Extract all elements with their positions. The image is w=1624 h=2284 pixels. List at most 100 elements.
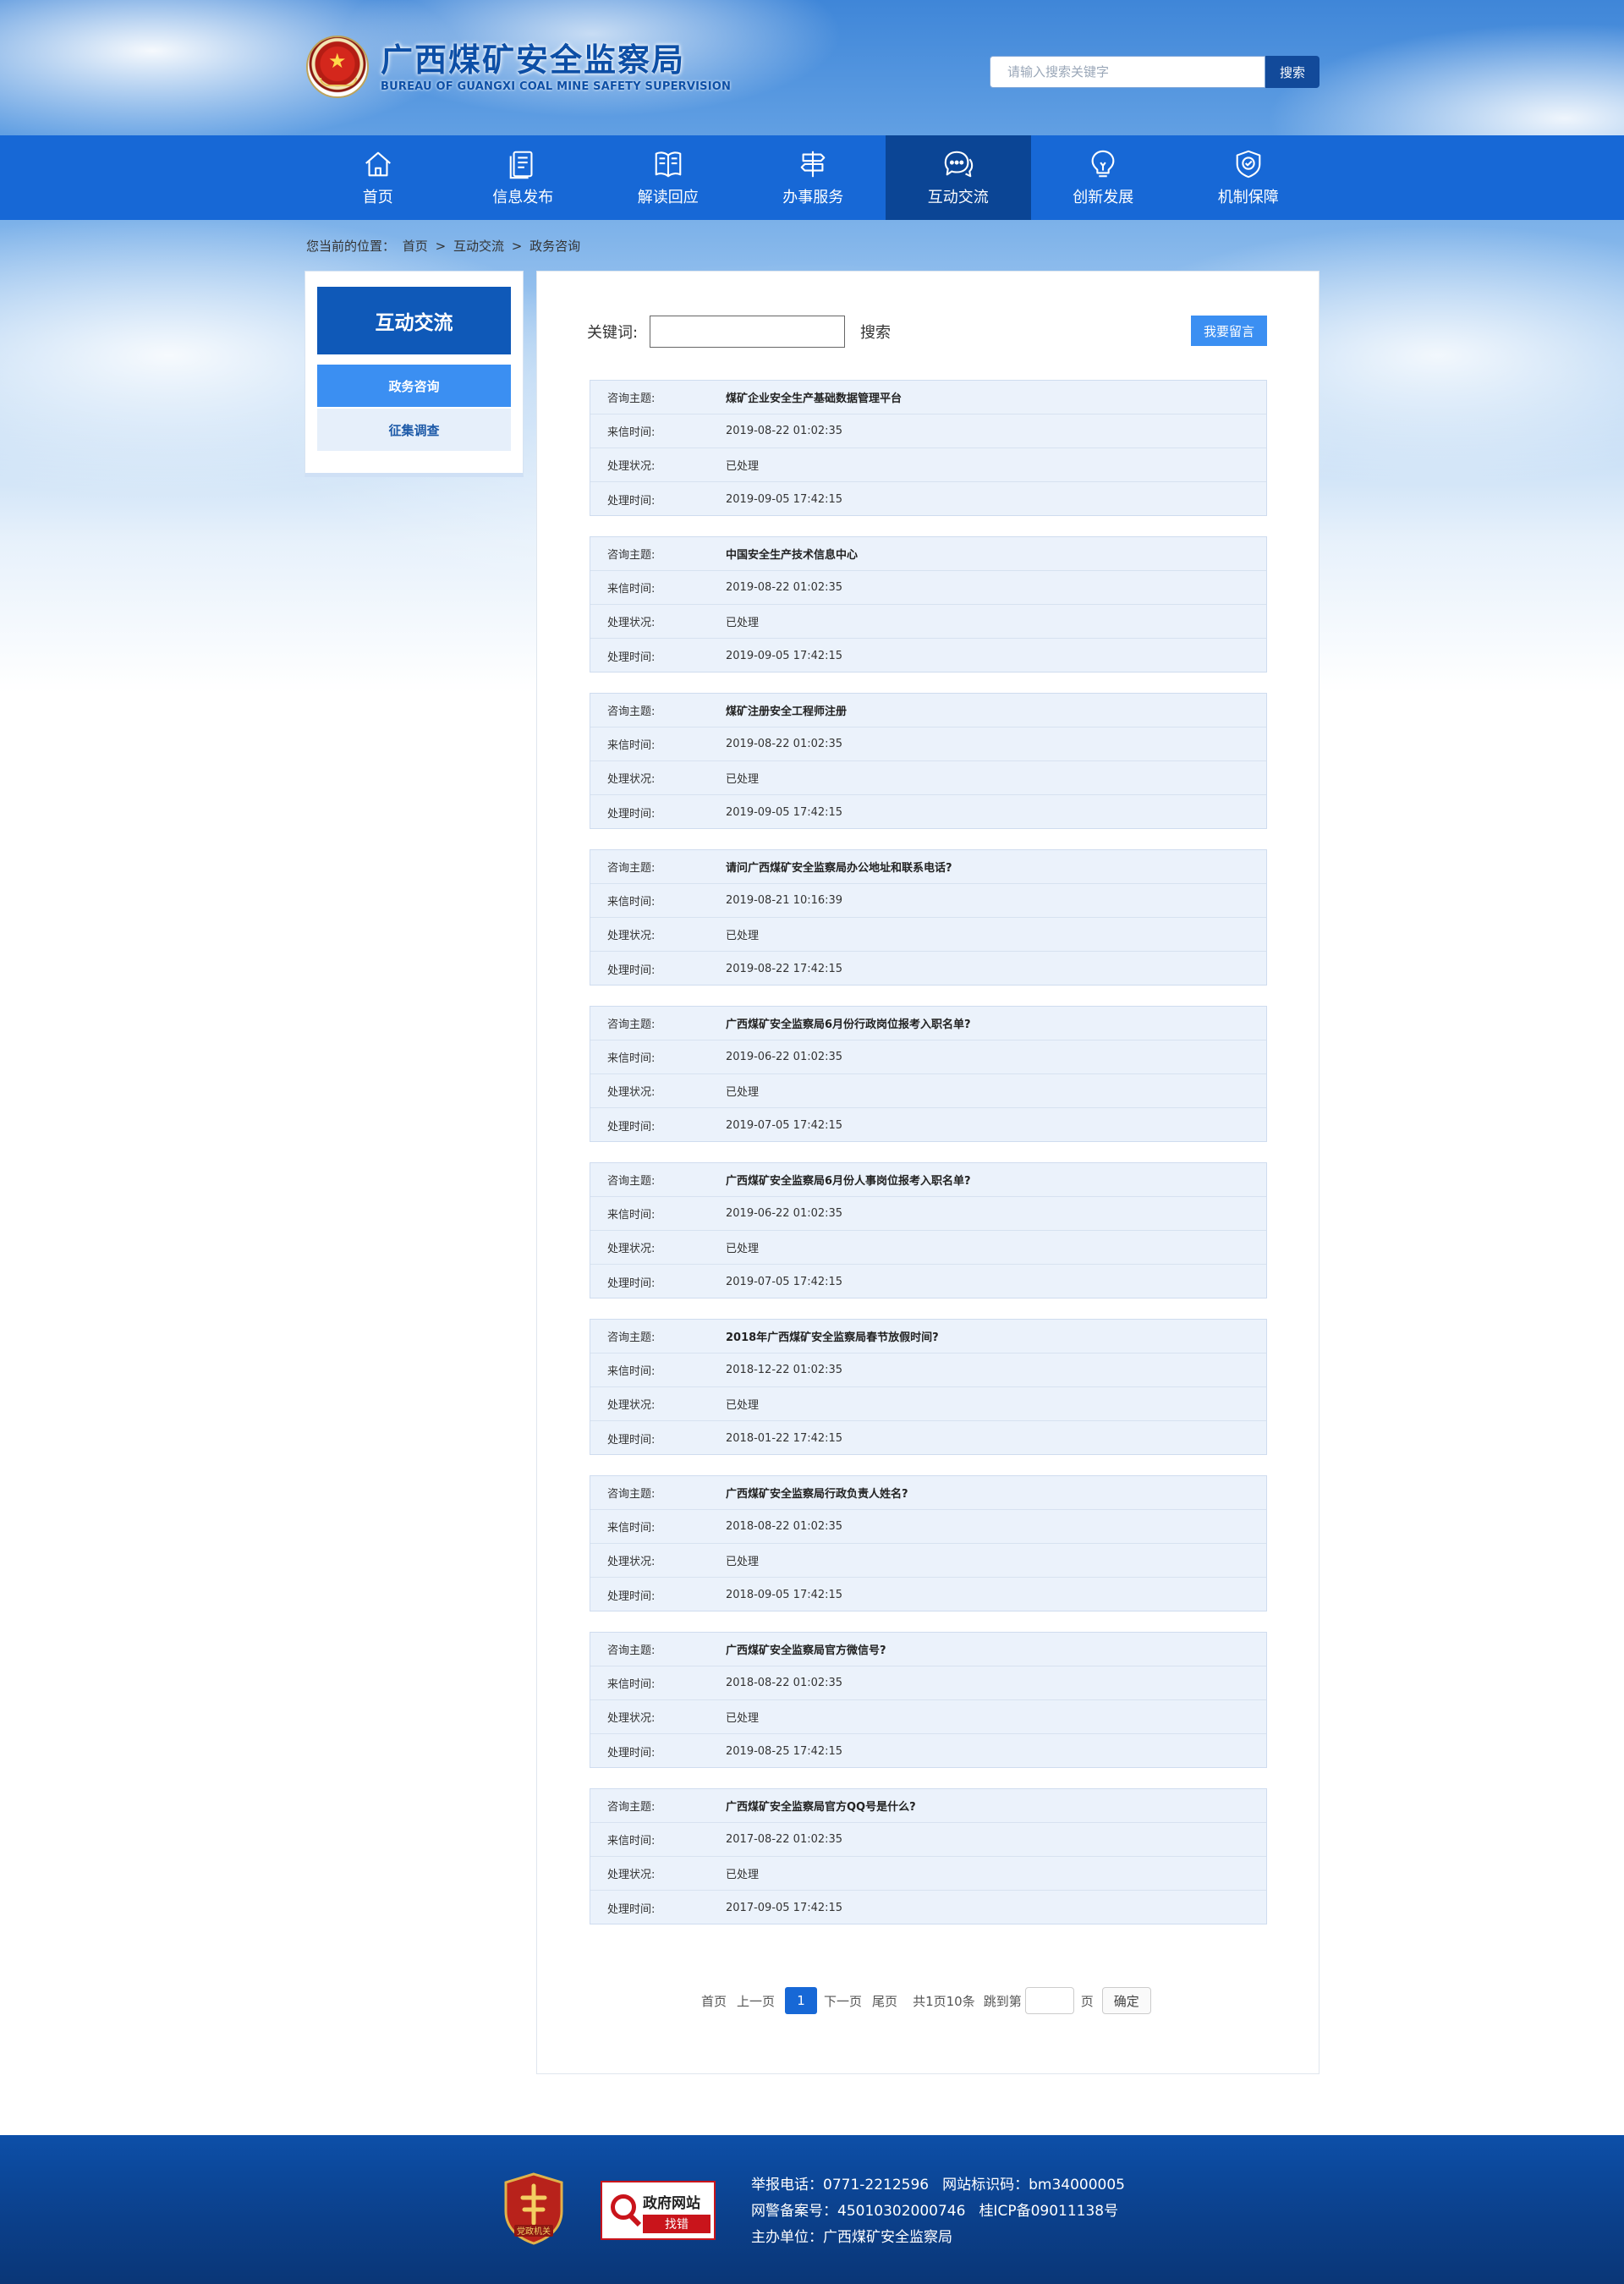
record-field-label: 来信时间: xyxy=(607,1209,656,1222)
record-row-subject[interactable]: 咨询主题: 煤矿注册安全工程师注册 xyxy=(590,694,1266,727)
record-row-subject[interactable]: 咨询主题: 广西煤矿安全监察局行政负责人姓名? xyxy=(590,1476,1266,1510)
consultation-record[interactable]: 咨询主题: 中国安全生产技术信息中心来信时间: 2019-08-22 01:02:3… xyxy=(590,536,1267,673)
keyword-search-button[interactable]: 搜索 xyxy=(860,321,891,343)
nav-item-innovation[interactable]: 创新发展 xyxy=(1031,135,1177,220)
record-field-label: 处理时间: xyxy=(607,494,656,508)
nav-item-service[interactable]: 办事服务 xyxy=(741,135,886,220)
record-row-handled: 处理时间: 2019-09-05 17:42:15 xyxy=(590,795,1266,829)
record-field-value: 已处理 xyxy=(726,460,760,473)
record-field-value[interactable]: 2018年广西煤矿安全监察局春节放假时间? xyxy=(726,1328,939,1344)
record-field-value: 已处理 xyxy=(726,1869,760,1881)
record-field-value: 2018-12-22 01:02:35 xyxy=(726,1364,843,1376)
record-field-label: 来信时间: xyxy=(607,1522,656,1535)
record-row-handled: 处理时间: 2019-07-05 17:42:15 xyxy=(590,1108,1266,1142)
breadcrumb-current[interactable]: 政务咨询 xyxy=(529,239,580,254)
record-field-value[interactable]: 广西煤矿安全监察局官方微信号? xyxy=(726,1641,886,1657)
sidebar-item-consult[interactable]: 政务咨询 xyxy=(317,365,511,407)
police-record[interactable]: 网警备案号：45010302000746 xyxy=(751,2203,965,2220)
record-field-label: 处理时间: xyxy=(607,964,656,977)
sidebar-item-survey[interactable]: 征集调查 xyxy=(317,409,511,451)
keyword-input[interactable] xyxy=(650,316,845,348)
record-field-value[interactable]: 请问广西煤矿安全监察局办公地址和联系电话? xyxy=(726,859,952,875)
record-row-subject[interactable]: 咨询主题: 广西煤矿安全监察局官方微信号? xyxy=(590,1633,1266,1666)
nav-label: 机制保障 xyxy=(1217,189,1279,206)
record-field-value[interactable]: 广西煤矿安全监察局行政负责人姓名? xyxy=(726,1485,908,1501)
record-field-value[interactable]: 广西煤矿安全监察局官方QQ号是什么? xyxy=(726,1798,916,1814)
record-field-label: 处理状况: xyxy=(607,1869,656,1881)
sidebar: 互动交流 政务咨询 征集调查 xyxy=(304,271,524,477)
keyword-label: 关键词: xyxy=(587,324,639,342)
site-id: 网站标识码：bm34000005 xyxy=(942,2177,1125,2193)
site-logo[interactable]: ★ 广西煤矿安全监察局 BUREAU OF GUANGXI COAL MINE … xyxy=(306,36,731,98)
record-row-subject[interactable]: 咨询主题: 广西煤矿安全监察局6月份行政岗位报考入职名单? xyxy=(590,1007,1266,1040)
consultation-record[interactable]: 咨询主题: 请问广西煤矿安全监察局办公地址和联系电话? 来信时间: 2019-08-2… xyxy=(590,849,1267,986)
record-field-value: 2019-08-22 01:02:35 xyxy=(726,581,843,594)
icp-record[interactable]: 桂ICP备09011138号 xyxy=(979,2203,1118,2220)
first-page-link[interactable]: 首页 xyxy=(701,1992,727,2010)
nav-item-guarantee[interactable]: 机制保障 xyxy=(1176,135,1321,220)
consultation-record[interactable]: 咨询主题: 2018年广西煤矿安全监察局春节放假时间? 来信时间: 2018-12-2… xyxy=(590,1319,1267,1455)
record-field-label: 咨询主题: xyxy=(607,706,656,718)
record-field-label: 来信时间: xyxy=(607,583,656,596)
nav-item-interpret[interactable]: 解读回应 xyxy=(595,135,741,220)
record-field-value: 已处理 xyxy=(726,930,760,942)
footer-info: 举报电话：0771-2212596 网站标识码：bm34000005 网警备案号：… xyxy=(751,2172,1138,2251)
record-row-status: 处理状况: 已处理 xyxy=(590,1857,1266,1891)
record-field-label: 处理时间: xyxy=(607,807,656,821)
breadcrumb-home[interactable]: 首页 xyxy=(403,239,428,254)
record-row-subject[interactable]: 咨询主题: 煤矿企业安全生产基础数据管理平台 xyxy=(590,381,1266,415)
record-field-value: 2018-01-22 17:42:15 xyxy=(726,1431,843,1445)
breadcrumb-interaction[interactable]: 互动交流 xyxy=(453,239,504,254)
nav-item-interaction[interactable]: 互动交流 xyxy=(886,135,1031,220)
consultation-record[interactable]: 咨询主题: 广西煤矿安全监察局官方微信号? 来信时间: 2018-08-22 01:0… xyxy=(590,1632,1267,1768)
gov-site-error-badge[interactable]: 政府网站 找错 xyxy=(601,2181,716,2240)
record-row-subject[interactable]: 咨询主题: 中国安全生产技术信息中心 xyxy=(590,537,1266,571)
record-field-value[interactable]: 煤矿注册安全工程师注册 xyxy=(726,702,847,718)
shield-check-icon xyxy=(1236,150,1261,178)
site-title: 广西煤矿安全监察局 xyxy=(381,41,686,79)
record-row-handled: 处理时间: 2019-08-22 17:42:15 xyxy=(590,952,1266,986)
jump-page-input[interactable] xyxy=(1024,1987,1074,2014)
record-field-value[interactable]: 广西煤矿安全监察局6月份行政岗位报考入职名单? xyxy=(726,1015,971,1031)
record-row-subject[interactable]: 咨询主题: 2018年广西煤矿安全监察局春节放假时间? xyxy=(590,1320,1266,1353)
record-row-handled: 处理时间: 2019-07-05 17:42:15 xyxy=(590,1265,1266,1298)
record-row-status: 处理状况: 已处理 xyxy=(590,448,1266,482)
record-row-status: 处理状况: 已处理 xyxy=(590,1700,1266,1734)
record-row-subject[interactable]: 咨询主题: 请问广西煤矿安全监察局办公地址和联系电话? xyxy=(590,850,1266,884)
record-field-label: 处理状况: xyxy=(607,1399,656,1412)
confirm-button[interactable]: 确定 xyxy=(1101,1987,1151,2014)
record-field-value[interactable]: 广西煤矿安全监察局6月份人事岗位报考入职名单? xyxy=(726,1172,971,1188)
consultation-record[interactable]: 咨询主题: 广西煤矿安全监察局行政负责人姓名? 来信时间: 2018-08-22 01… xyxy=(590,1475,1267,1611)
record-field-label: 来信时间: xyxy=(607,426,656,439)
record-row-subject[interactable]: 咨询主题: 广西煤矿安全监察局官方QQ号是什么? xyxy=(590,1789,1266,1823)
jump-label: 跳到第 xyxy=(983,1993,1022,2009)
search-input[interactable] xyxy=(990,56,1265,88)
consultation-record[interactable]: 咨询主题: 广西煤矿安全监察局6月份人事岗位报考入职名单? 来信时间: 2019-06… xyxy=(590,1162,1267,1298)
record-field-value[interactable]: 中国安全生产技术信息中心 xyxy=(726,546,858,562)
prev-page-link[interactable]: 上一页 xyxy=(737,1992,775,2010)
search-button[interactable]: 搜索 xyxy=(1265,56,1320,88)
party-government-badge-icon[interactable]: 党政机关 xyxy=(502,2172,565,2245)
consultation-record[interactable]: 咨询主题: 广西煤矿安全监察局6月份行政岗位报考入职名单? 来信时间: 2019-06… xyxy=(590,1006,1267,1142)
record-field-value: 2019-08-25 17:42:15 xyxy=(726,1744,843,1758)
nav-label: 办事服务 xyxy=(782,189,844,206)
record-field-value: 已处理 xyxy=(726,1399,760,1412)
record-field-value: 2019-08-21 10:16:39 xyxy=(726,894,843,907)
current-page[interactable]: 1 xyxy=(785,1987,818,2014)
leave-message-button[interactable]: 我要留言 xyxy=(1191,316,1267,346)
last-page-link[interactable]: 尾页 xyxy=(872,1992,897,2010)
record-field-label: 处理状况: xyxy=(607,1556,656,1568)
breadcrumb: 您当前的位置： 首页 > 互动交流 > 政务咨询 xyxy=(306,237,584,255)
consultation-record[interactable]: 咨询主题: 煤矿注册安全工程师注册 来信时间: 2019-08-22 01:02:35… xyxy=(590,693,1267,829)
next-page-link[interactable]: 下一页 xyxy=(824,1992,862,2010)
record-row-subject[interactable]: 咨询主题: 广西煤矿安全监察局6月份人事岗位报考入职名单? xyxy=(590,1163,1266,1197)
nav-item-info[interactable]: 信息发布 xyxy=(451,135,596,220)
consultation-record[interactable]: 咨询主题: 煤矿企业安全生产基础数据管理平台 来信时间: 2019-08-22 01:… xyxy=(590,380,1267,516)
breadcrumb-prefix: 您当前的位置： xyxy=(306,239,396,254)
record-row-handled: 处理时间: 2019-08-25 17:42:15 xyxy=(590,1734,1266,1768)
page-unit-label: 页 xyxy=(1080,1993,1094,2009)
consultation-record[interactable]: 咨询主题: 广西煤矿安全监察局官方QQ号是什么? 来信时间: 2017-08-22 0… xyxy=(590,1788,1267,1924)
record-field-value[interactable]: 煤矿企业安全生产基础数据管理平台 xyxy=(726,389,902,405)
record-row-received: 来信时间: 2018-08-22 01:02:35 xyxy=(590,1510,1266,1544)
nav-item-home[interactable]: 首页 xyxy=(305,135,451,220)
